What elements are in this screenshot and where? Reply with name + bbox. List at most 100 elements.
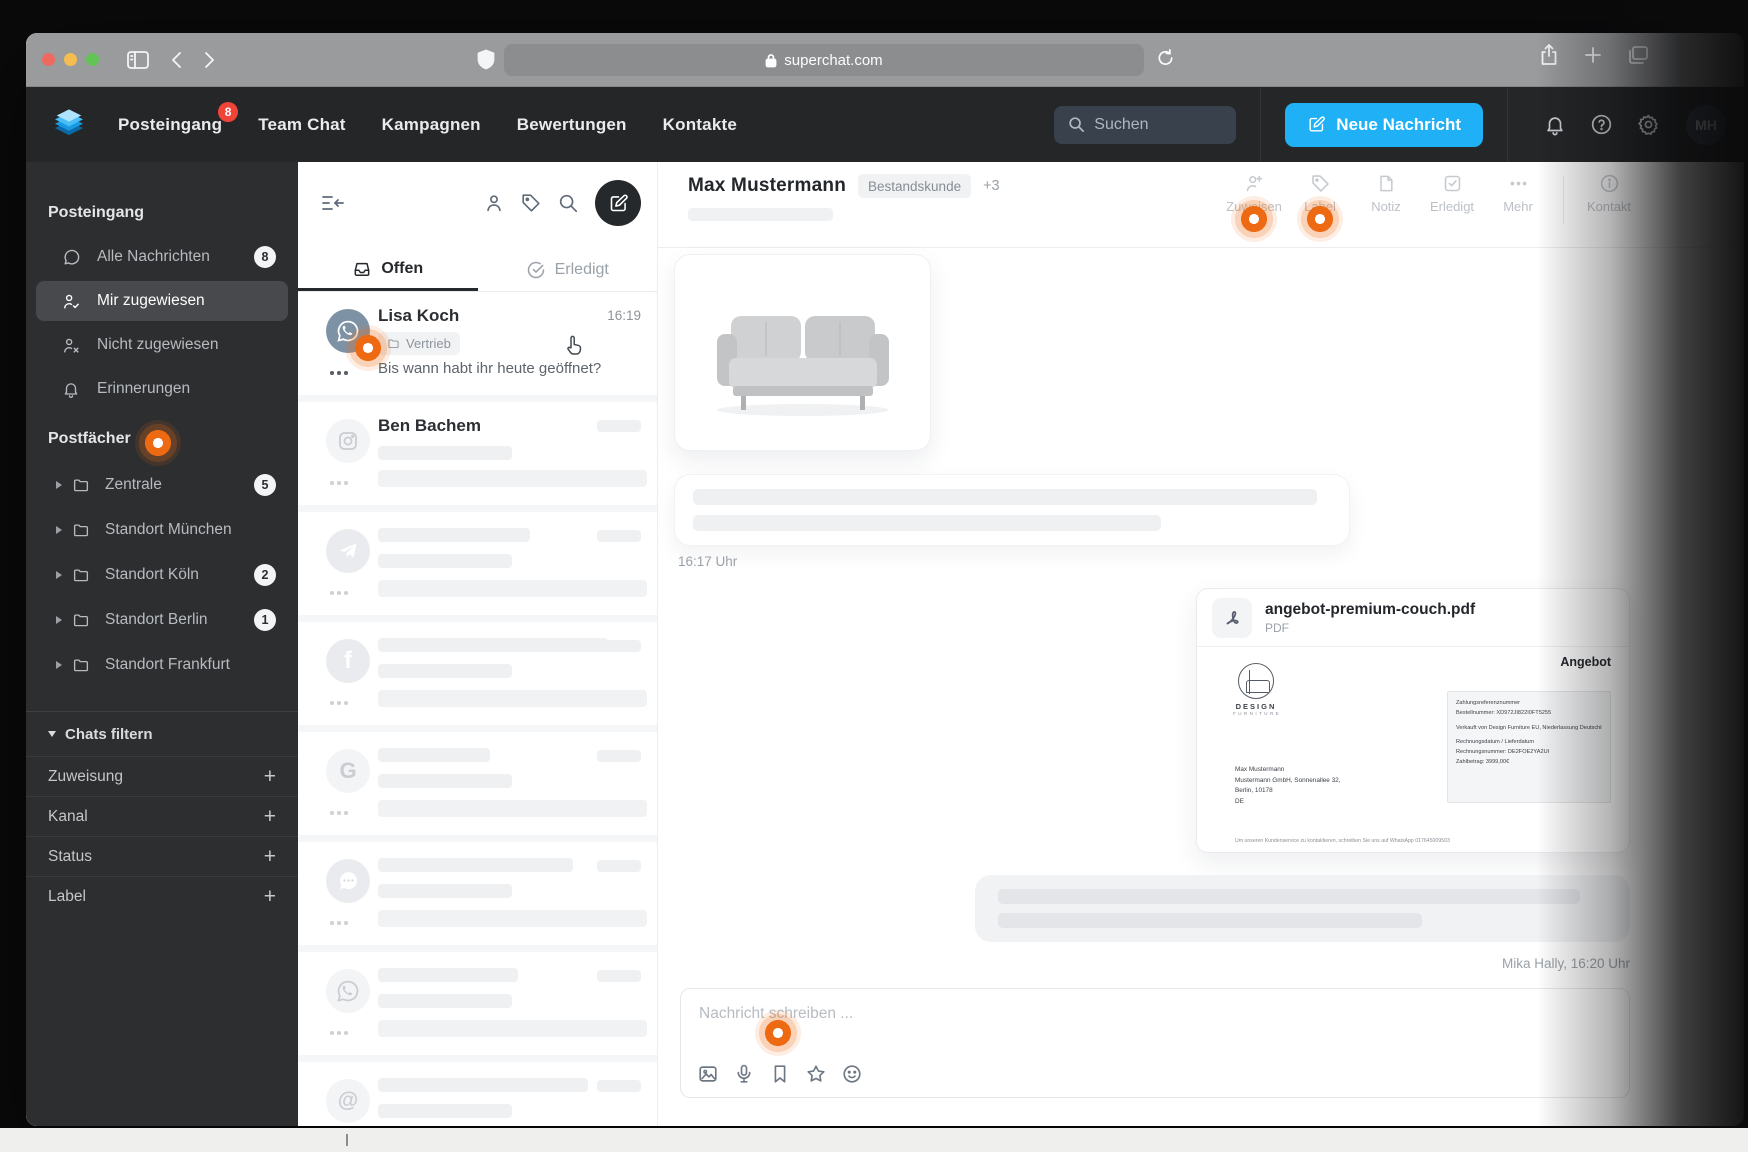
sidebar-item-alle-nachrichten[interactable]: Alle Nachrichten 8 xyxy=(36,237,288,277)
nav-item-kampagnen[interactable]: Kampagnen xyxy=(382,115,481,135)
new-conversation-button[interactable] xyxy=(595,180,641,226)
action-erledigt[interactable]: Erledigt xyxy=(1419,173,1485,214)
count-badge: 8 xyxy=(254,246,276,268)
caret-right-icon[interactable] xyxy=(56,526,62,534)
nav-item-posteingang[interactable]: Posteingang 8 xyxy=(118,115,222,135)
action-mehr[interactable]: Mehr xyxy=(1485,173,1551,214)
notifications-bell-icon[interactable] xyxy=(1544,113,1566,137)
voice-message-icon[interactable] xyxy=(733,1063,755,1085)
action-kontakt[interactable]: Kontakt xyxy=(1576,173,1642,214)
sidebar-folder-koeln[interactable]: Standort Köln 2 xyxy=(36,552,288,597)
contact-filter-icon[interactable] xyxy=(483,192,505,214)
label-chip-vertrieb[interactable]: Vertrieb xyxy=(378,332,460,355)
sidebar-item-erinnerungen[interactable]: Erinnerungen xyxy=(36,369,288,409)
nav-item-kontakte[interactable]: Kontakte xyxy=(663,115,737,135)
sidebar-folder-zentrale[interactable]: Zentrale 5 xyxy=(36,462,288,507)
caret-right-icon[interactable] xyxy=(56,661,62,669)
conversation-list-item[interactable] xyxy=(298,512,657,615)
app-body: Posteingang Alle Nachrichten 8 Mir zugew… xyxy=(26,162,1744,1126)
pdf-file-icon xyxy=(1212,598,1252,638)
sidebar-item-mir-zugewiesen[interactable]: Mir zugewiesen xyxy=(36,281,288,321)
conversation-lisa-koch[interactable]: Lisa Koch 16:19 Vertrieb Bis wann habt i… xyxy=(298,292,657,395)
tag-icon xyxy=(1310,173,1331,194)
contact-badge[interactable]: Bestandskunde xyxy=(858,174,971,198)
nav-item-bewertungen[interactable]: Bewertungen xyxy=(517,115,627,135)
forward-icon[interactable] xyxy=(203,50,216,70)
tab-erledigt[interactable]: Erledigt xyxy=(478,249,658,291)
contact-more-badges[interactable]: +3 xyxy=(983,178,1000,194)
caret-right-icon[interactable] xyxy=(56,481,62,489)
caret-right-icon[interactable] xyxy=(56,571,62,579)
message-composer[interactable] xyxy=(680,988,1630,1098)
pdf-preview: DESIGN FURNITURE Angebot Zahlungsreferen… xyxy=(1197,647,1629,853)
image-message-couch[interactable] xyxy=(674,254,931,451)
caret-right-icon[interactable] xyxy=(56,616,62,624)
conversation-time: 16:19 xyxy=(607,308,641,323)
more-options-icon[interactable] xyxy=(330,811,348,815)
sidebar-folder-berlin[interactable]: Standort Berlin 1 xyxy=(36,597,288,642)
compose-icon xyxy=(1307,115,1326,134)
pdf-attachment-card[interactable]: angebot-premium-couch.pdf PDF DESIGN FUR… xyxy=(1196,588,1630,853)
more-options-icon[interactable] xyxy=(330,921,348,925)
label-filter-icon[interactable] xyxy=(520,192,542,214)
more-options-icon[interactable] xyxy=(330,1031,348,1035)
help-icon[interactable] xyxy=(1590,113,1613,136)
search-icon xyxy=(1068,116,1085,133)
plus-icon[interactable]: + xyxy=(264,885,276,909)
settings-gear-icon[interactable] xyxy=(1637,113,1660,136)
emoji-icon[interactable] xyxy=(841,1063,863,1085)
shield-icon[interactable] xyxy=(476,49,496,71)
user-avatar[interactable]: MH xyxy=(1686,105,1726,145)
action-zuweisen[interactable]: Zuweisen xyxy=(1221,173,1287,214)
filter-row-kanal[interactable]: Kanal+ xyxy=(26,796,298,836)
chats-filtern-toggle[interactable]: Chats filtern xyxy=(26,712,298,756)
new-message-button[interactable]: Neue Nachricht xyxy=(1285,103,1483,147)
conversation-list-item[interactable] xyxy=(298,842,657,945)
new-tab-icon[interactable] xyxy=(1583,45,1603,65)
plus-icon[interactable]: + xyxy=(264,805,276,829)
more-options-icon[interactable] xyxy=(330,371,348,375)
sidebar-folder-frankfurt[interactable]: Standort Frankfurt xyxy=(36,642,288,687)
attach-image-icon[interactable] xyxy=(697,1063,719,1085)
sidebar-toggle-icon[interactable] xyxy=(126,50,150,70)
collapse-panel-icon[interactable] xyxy=(320,192,346,214)
more-options-icon[interactable] xyxy=(330,701,348,705)
conversation-list-item[interactable]: G xyxy=(298,732,657,835)
close-button[interactable] xyxy=(42,53,55,66)
fullscreen-button[interactable] xyxy=(86,53,99,66)
tab-offen[interactable]: Offen xyxy=(298,249,478,291)
back-icon[interactable] xyxy=(170,50,183,70)
action-notiz[interactable]: Notiz xyxy=(1353,173,1419,214)
bell-icon xyxy=(62,380,84,399)
favorite-star-icon[interactable] xyxy=(805,1063,827,1085)
person-x-icon xyxy=(62,336,84,355)
check-circle-icon xyxy=(526,260,546,280)
filter-row-status[interactable]: Status+ xyxy=(26,836,298,876)
filter-row-zuweisung[interactable]: Zuweisung+ xyxy=(26,756,298,796)
sidebar-folder-muenchen[interactable]: Standort München xyxy=(36,507,288,552)
conversation-list-item[interactable]: f xyxy=(298,622,657,725)
skeleton-line xyxy=(378,968,518,982)
tab-overview-icon[interactable] xyxy=(1627,45,1649,65)
reload-icon[interactable] xyxy=(1156,48,1175,68)
more-options-icon[interactable] xyxy=(330,481,348,485)
conversation-ben-bachem[interactable]: Ben Bachem xyxy=(298,402,657,505)
search-conversations-icon[interactable] xyxy=(557,192,579,214)
saved-replies-bookmark-icon[interactable] xyxy=(769,1063,791,1085)
url-bar[interactable]: superchat.com xyxy=(504,44,1144,76)
nav-item-team-chat[interactable]: Team Chat xyxy=(258,115,345,135)
filter-row-label[interactable]: Label+ xyxy=(26,876,298,916)
conversation-list-item[interactable] xyxy=(298,952,657,1055)
plus-icon[interactable]: + xyxy=(264,765,276,789)
plus-icon[interactable]: + xyxy=(264,845,276,869)
minimize-button[interactable] xyxy=(64,53,77,66)
conversation-list-item[interactable]: @ xyxy=(298,1062,657,1126)
sidebar-item-nicht-zugewiesen[interactable]: Nicht zugewiesen xyxy=(36,325,288,365)
more-options-icon[interactable] xyxy=(330,591,348,595)
search-input[interactable]: Suchen xyxy=(1054,106,1236,144)
share-icon[interactable] xyxy=(1539,43,1559,67)
skeleton-time xyxy=(597,970,641,982)
action-label[interactable]: Label xyxy=(1287,173,1353,214)
message-input[interactable] xyxy=(697,999,1337,1029)
telegram-channel-icon xyxy=(326,529,370,573)
